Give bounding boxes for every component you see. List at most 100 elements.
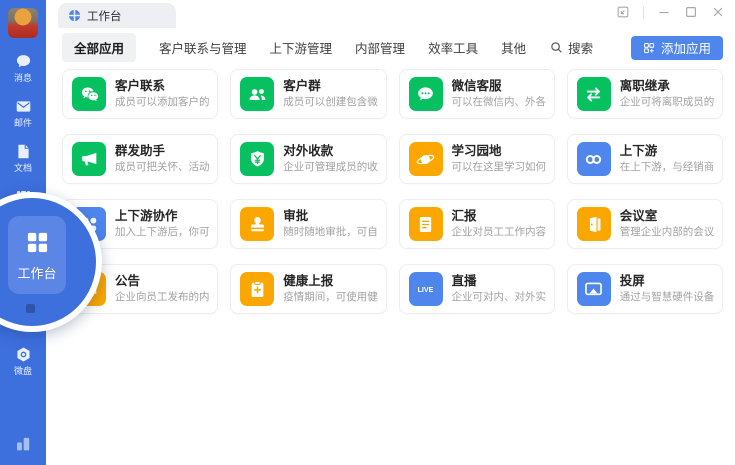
app-card[interactable]: 群发助手成员可把关怀、活动等消... xyxy=(62,134,218,184)
doc-icon xyxy=(15,143,32,160)
app-description: 可以在这里学习如何做好... xyxy=(452,161,546,174)
search-label: 搜索 xyxy=(568,38,593,57)
filter-tab-0[interactable]: 全部应用 xyxy=(62,33,136,62)
app-description: 通过与智慧硬件设备的连接... xyxy=(620,291,714,304)
search-icon xyxy=(550,41,563,54)
app-name: 汇报 xyxy=(452,209,546,224)
filter-tab-1[interactable]: 客户联系与管理 xyxy=(159,38,247,57)
app-card[interactable]: 投屏通过与智慧硬件设备的连接... xyxy=(567,264,723,314)
add-app-grid-icon xyxy=(643,42,655,54)
app-card[interactable]: 健康上报疫情期间，可使用健康上... xyxy=(230,264,386,314)
stats-bars-icon[interactable] xyxy=(13,433,33,453)
tab-workbench[interactable]: 工作台 xyxy=(58,3,176,28)
app-name: 离职继承 xyxy=(620,79,714,94)
app-name: 上下游协作 xyxy=(115,209,209,224)
wechat-icon xyxy=(72,77,106,111)
shield-yen-icon xyxy=(240,142,274,176)
workbench-grid-icon xyxy=(24,229,51,256)
search-button[interactable]: 搜索 xyxy=(550,38,593,57)
app-description: 加入上下游后，你可以便... xyxy=(115,226,209,239)
workbench-tab-icon xyxy=(68,9,81,22)
sidebar-item-label: 文档 xyxy=(14,163,32,173)
svg-text:LIVE: LIVE xyxy=(418,286,434,294)
add-app-button[interactable]: 添加应用 xyxy=(631,36,723,60)
app-name: 上下游 xyxy=(620,144,714,159)
app-name: 客户联系 xyxy=(115,79,209,94)
app-name: 投屏 xyxy=(620,274,714,289)
chat-icon xyxy=(15,53,32,70)
megaphone-icon xyxy=(72,142,106,176)
popout-button[interactable] xyxy=(616,5,630,19)
app-description: 随时随地审批，可自定义... xyxy=(283,226,377,239)
app-description: 成员可把关怀、活动等消... xyxy=(115,161,209,174)
app-description: 企业对员工工作内容及过... xyxy=(452,226,546,239)
app-description: 在上下游，与经销商、供... xyxy=(620,161,714,174)
app-description: 企业可将离职成员的客户... xyxy=(620,96,714,109)
app-card[interactable]: 汇报企业对员工工作内容及过... xyxy=(399,199,555,249)
app-description: 成员可以创建包含微信用... xyxy=(283,96,377,109)
app-card[interactable]: 学习园地可以在这里学习如何做好... xyxy=(399,134,555,184)
app-card[interactable]: 上下游在上下游，与经销商、供... xyxy=(567,134,723,184)
app-card[interactable]: LIVE 直播企业可对内、对外实时分... xyxy=(399,264,555,314)
app-card[interactable]: 离职继承企业可将离职成员的客户... xyxy=(567,69,723,119)
filter-tab-4[interactable]: 效率工具 xyxy=(428,38,478,57)
filter-tab-3[interactable]: 内部管理 xyxy=(355,38,405,57)
door-icon xyxy=(577,207,611,241)
sidebar-more-dot xyxy=(26,304,35,313)
sidebar-item-workbench[interactable]: 工作台 xyxy=(8,216,66,294)
window-controls-divider xyxy=(643,6,644,19)
app-name: 微信客服 xyxy=(452,79,546,94)
stamp-icon xyxy=(240,207,274,241)
link-icon xyxy=(577,142,611,176)
app-card[interactable]: 审批随时随地审批，可自定义... xyxy=(230,199,386,249)
app-grid: 客户联系成员可以添加客户的微信...客户群成员可以创建包含微信用...微信客服可… xyxy=(62,69,723,314)
sidebar-item-mail[interactable]: 邮件 xyxy=(0,98,46,128)
app-name: 公告 xyxy=(115,274,209,289)
health-icon xyxy=(240,272,274,306)
app-card[interactable]: 客户群成员可以创建包含微信用... xyxy=(230,69,386,119)
group-icon xyxy=(240,77,274,111)
app-card[interactable]: 微信客服可以在微信内、外各个场... xyxy=(399,69,555,119)
app-name: 学习园地 xyxy=(452,144,546,159)
app-card[interactable]: 客户联系成员可以添加客户的微信... xyxy=(62,69,218,119)
main-area: 工作台 全部应用 客户联系与管理 上下游管理 内部管理 效率工具 其他 搜索 添加应用 客… xyxy=(46,0,735,465)
maximize-button[interactable] xyxy=(684,5,698,19)
cast-icon xyxy=(577,272,611,306)
add-app-label: 添加应用 xyxy=(661,38,711,57)
app-description: 成员可以添加客户的微信... xyxy=(115,96,209,109)
sidebar-item-drive[interactable]: 微盘 xyxy=(0,346,46,376)
app-name: 审批 xyxy=(283,209,377,224)
app-card[interactable]: 会议室管理企业内部的会议室... xyxy=(567,199,723,249)
drive-icon xyxy=(15,346,32,363)
sidebar-item-label: 邮件 xyxy=(14,118,32,128)
close-button[interactable] xyxy=(711,5,725,19)
app-name: 直播 xyxy=(452,274,546,289)
filter-tabs: 全部应用 客户联系与管理 上下游管理 内部管理 效率工具 其他 xyxy=(62,33,526,62)
mail-icon xyxy=(15,98,32,115)
app-description: 企业向员工发布的内部重... xyxy=(115,291,209,304)
filter-tab-5[interactable]: 其他 xyxy=(501,38,526,57)
sidebar-item-docs[interactable]: 文档 xyxy=(0,143,46,173)
minimize-button[interactable] xyxy=(657,5,671,19)
app-name: 客户群 xyxy=(283,79,377,94)
app-name: 群发助手 xyxy=(115,144,209,159)
sidebar-item-label: 消息 xyxy=(14,73,32,83)
sidebar-item-label: 工作台 xyxy=(17,263,56,282)
app-description: 可以在微信内、外各个场... xyxy=(452,96,546,109)
window-controls xyxy=(616,5,725,19)
toolbar: 全部应用 客户联系与管理 上下游管理 内部管理 效率工具 其他 搜索 添加应用 xyxy=(62,35,723,60)
user-avatar[interactable] xyxy=(8,8,38,38)
report-icon xyxy=(409,207,443,241)
app-name: 健康上报 xyxy=(283,274,377,289)
app-description: 企业可对内、对外实时分... xyxy=(452,291,546,304)
sidebar-item-messages[interactable]: 消息 xyxy=(0,53,46,83)
app-description: 管理企业内部的会议室... xyxy=(620,226,714,239)
app-name: 对外收款 xyxy=(283,144,377,159)
app-description: 企业可管理成员的收款... xyxy=(283,161,377,174)
filter-tab-2[interactable]: 上下游管理 xyxy=(270,38,333,57)
transfer-icon xyxy=(577,77,611,111)
tab-bar: 工作台 xyxy=(46,0,735,28)
app-card[interactable]: 对外收款企业可管理成员的收款... xyxy=(230,134,386,184)
live-icon: LIVE xyxy=(409,272,443,306)
app-description: 疫情期间，可使用健康上... xyxy=(283,291,377,304)
